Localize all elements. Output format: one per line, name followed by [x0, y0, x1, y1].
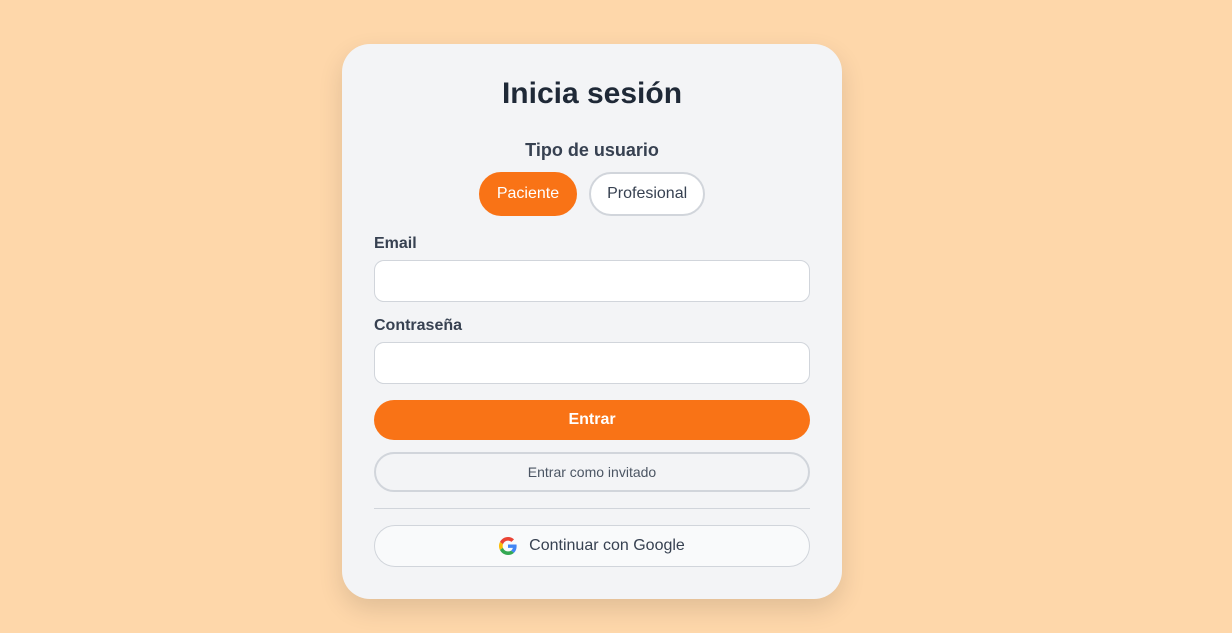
page-title: Inicia sesión	[501, 77, 683, 110]
guest-login-button[interactable]: Entrar como invitado	[374, 452, 810, 492]
user-type-toggle: Paciente Profesional	[342, 172, 842, 216]
google-login-label: Continuar con Google	[529, 537, 685, 554]
role-paciente-button[interactable]: Paciente	[478, 172, 578, 216]
google-login-button[interactable]: Continuar con Google	[374, 525, 810, 567]
email-label: Email	[374, 235, 417, 252]
divider	[374, 508, 810, 509]
login-card: Inicia sesión Tipo de usuario Paciente P…	[342, 44, 842, 599]
email-field[interactable]	[374, 260, 810, 302]
user-type-label: Tipo de usuario	[525, 140, 659, 160]
password-field[interactable]	[374, 342, 810, 384]
password-label: Contraseña	[374, 317, 463, 334]
google-g-logo-icon	[499, 537, 517, 555]
role-profesional-button[interactable]: Profesional	[589, 172, 706, 216]
submit-button[interactable]: Entrar	[374, 400, 810, 440]
